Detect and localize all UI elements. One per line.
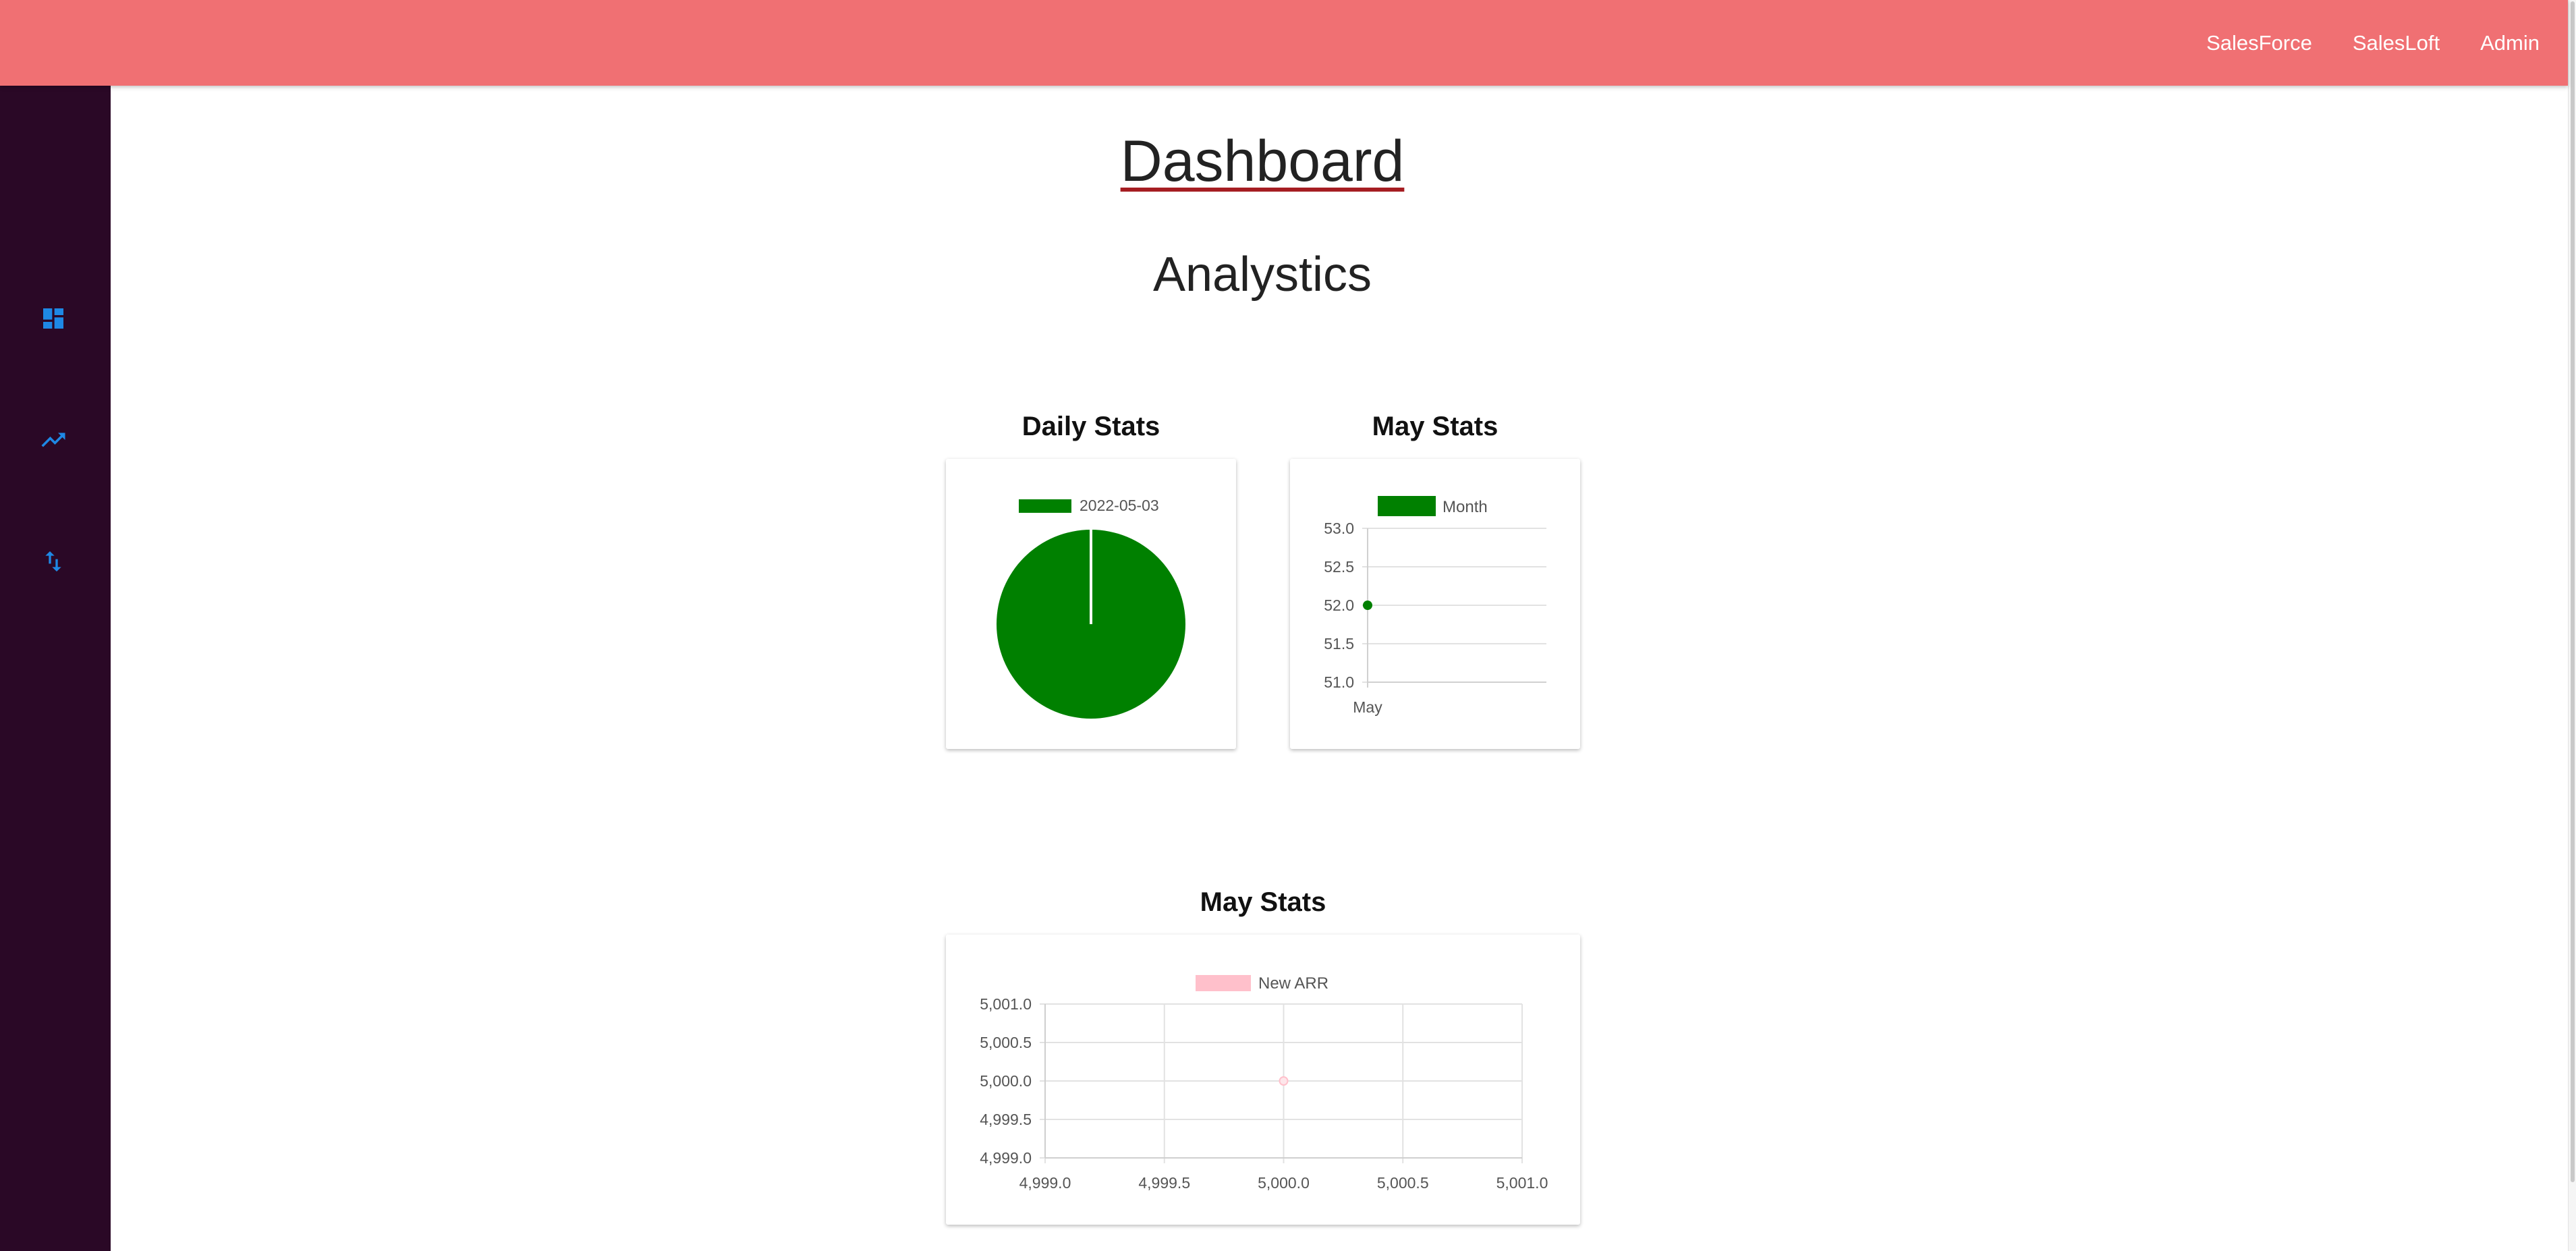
scatter-legend-swatch[interactable] bbox=[1196, 975, 1251, 991]
trending-up-icon[interactable] bbox=[38, 424, 69, 455]
line-y-tick-label: 52.0 bbox=[1324, 596, 1354, 614]
pie-legend-swatch[interactable] bbox=[1019, 499, 1071, 513]
daily-stats-title: Daily Stats bbox=[1021, 412, 1160, 441]
pie-legend-label: 2022-05-03 bbox=[1080, 497, 1159, 514]
sidebar bbox=[0, 86, 111, 1251]
nav-link-salesforce[interactable]: SalesForce bbox=[2206, 31, 2312, 55]
line-x-tick-label: May bbox=[1353, 698, 1382, 716]
page-scrollbar[interactable] bbox=[2568, 0, 2576, 1251]
dashboard-icon[interactable] bbox=[38, 303, 69, 334]
arr-stats-title: May Stats bbox=[1200, 887, 1326, 917]
scatter-y-tick-label: 5,000.0 bbox=[980, 1072, 1032, 1090]
arr-stats-scatter-chart: New ARR 5,001.0 5,000.5 5,000.0 4,999.5 4,99… bbox=[980, 974, 1548, 1192]
arr-stats-card: New ARR 5,001.0 5,000.5 5,000.0 4,999.5 4,99… bbox=[946, 935, 1580, 1225]
scatter-x-tick-label: 5,000.0 bbox=[1258, 1174, 1310, 1192]
line-data-point bbox=[1363, 601, 1372, 610]
top-app-bar: SalesForce SalesLoft Admin bbox=[0, 0, 2568, 86]
trending-up-icon-svg bbox=[41, 433, 65, 447]
scrollbar-thumb[interactable] bbox=[2571, 1, 2575, 1182]
scatter-y-tick-label: 5,001.0 bbox=[980, 995, 1032, 1013]
scatter-y-tick-label: 4,999.0 bbox=[980, 1149, 1032, 1167]
scatter-x-tick-label: 4,999.5 bbox=[1138, 1174, 1190, 1192]
line-y-tick-label: 51.0 bbox=[1324, 673, 1354, 691]
scatter-y-tick-label: 4,999.5 bbox=[980, 1111, 1032, 1128]
nav-link-salesloft[interactable]: SalesLoft bbox=[2353, 31, 2440, 55]
dashboard-icon-svg bbox=[43, 308, 63, 329]
daily-stats-card: 2022-05-03 bbox=[946, 459, 1236, 749]
line-legend-label: Month bbox=[1443, 498, 1488, 516]
may-stats-card: Month 53.0 52.5 52.0 51.5 51.0 May bbox=[1290, 459, 1580, 749]
scatter-x-tick-label: 5,001.0 bbox=[1496, 1174, 1548, 1192]
line-y-tick-label: 52.5 bbox=[1324, 558, 1354, 576]
scatter-x-tick-label: 5,000.5 bbox=[1377, 1174, 1429, 1192]
daily-stats-pie-chart: 2022-05-03 bbox=[997, 497, 1185, 719]
scatter-x-tick-label: 4,999.0 bbox=[1019, 1174, 1071, 1192]
line-y-tick-label: 53.0 bbox=[1324, 520, 1354, 537]
nav-link-admin[interactable]: Admin bbox=[2480, 31, 2540, 55]
may-stats-line-chart: Month 53.0 52.5 52.0 51.5 51.0 May bbox=[1324, 496, 1546, 716]
scatter-legend-label: New ARR bbox=[1258, 974, 1328, 993]
top-nav: SalesForce SalesLoft Admin bbox=[2206, 0, 2540, 86]
page-title-wrap: Dashboard bbox=[0, 128, 2525, 195]
page-subtitle: Analystics bbox=[1152, 248, 1372, 302]
line-legend-swatch[interactable] bbox=[1378, 496, 1436, 516]
scatter-y-tick-label: 5,000.5 bbox=[980, 1034, 1032, 1051]
scatter-data-point bbox=[1279, 1076, 1289, 1086]
swap-vertical-icon-svg bbox=[45, 551, 61, 572]
may-stats-title: May Stats bbox=[1372, 412, 1499, 441]
page-title: Dashboard bbox=[1120, 129, 1405, 194]
swap-vertical-icon[interactable] bbox=[38, 546, 69, 577]
line-y-tick-label: 51.5 bbox=[1324, 635, 1354, 652]
